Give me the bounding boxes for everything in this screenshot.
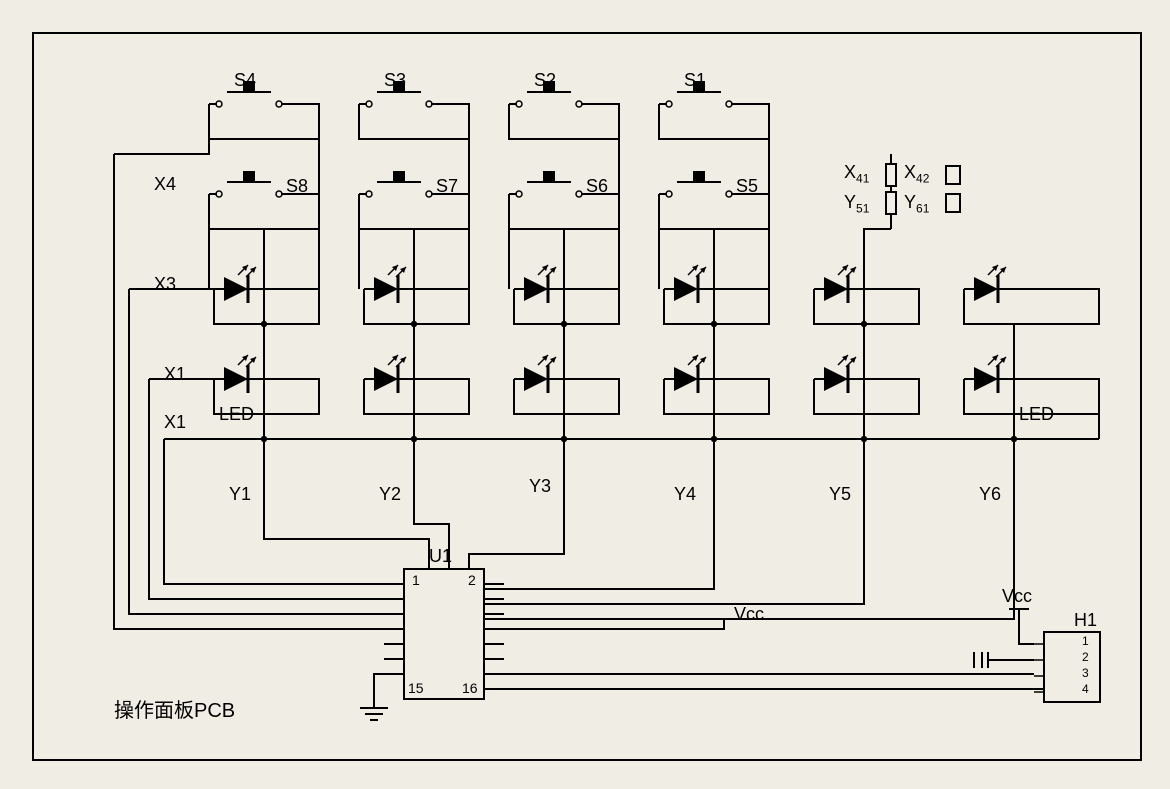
label-s4: S4	[234, 70, 256, 91]
label-led-right: LED	[1019, 404, 1054, 425]
label-s7: S7	[436, 176, 458, 197]
label-u1-pin1: 1	[412, 572, 420, 588]
label-x42-main: X	[904, 162, 916, 182]
label-u1-pin15: 15	[408, 680, 424, 696]
label-h1-1: 1	[1082, 634, 1089, 648]
label-x41-sub: 41	[856, 172, 869, 186]
schematic-page: S4 S3 S2 S1 S8 S7 S6 S5 X4 X3 X1 X1 LED …	[0, 0, 1170, 789]
schematic-svg	[34, 34, 1140, 759]
label-y51-main: Y	[844, 192, 856, 212]
label-x42: X42	[904, 162, 929, 186]
label-y61: Y61	[904, 192, 929, 216]
label-u1: U1	[429, 546, 452, 567]
label-y61-sub: 61	[916, 202, 929, 216]
label-x4: X4	[154, 174, 176, 195]
label-s5: S5	[736, 176, 758, 197]
label-s2: S2	[534, 70, 556, 91]
label-x41: X41	[844, 162, 869, 186]
page-frame: S4 S3 S2 S1 S8 S7 S6 S5 X4 X3 X1 X1 LED …	[32, 32, 1142, 761]
label-y1: Y1	[229, 484, 251, 505]
label-u1-pin16: 16	[462, 680, 478, 696]
label-x1a: X1	[164, 364, 186, 385]
label-y61-main: Y	[904, 192, 916, 212]
label-x41-main: X	[844, 162, 856, 182]
label-vcc-h1: Vcc	[1002, 586, 1032, 607]
label-s1: S1	[684, 70, 706, 91]
label-s8: S8	[286, 176, 308, 197]
label-y6: Y6	[979, 484, 1001, 505]
label-s6: S6	[586, 176, 608, 197]
label-y4: Y4	[674, 484, 696, 505]
label-x42-sub: 42	[916, 172, 929, 186]
label-x3: X3	[154, 274, 176, 295]
label-y51: Y51	[844, 192, 869, 216]
label-s3: S3	[384, 70, 406, 91]
label-vcc-mid: Vcc	[734, 604, 764, 625]
label-h1-3: 3	[1082, 666, 1089, 680]
title-label: 操作面板PCB	[114, 694, 235, 723]
label-x1b: X1	[164, 412, 186, 433]
label-y5: Y5	[829, 484, 851, 505]
label-h1-2: 2	[1082, 650, 1089, 664]
label-y3: Y3	[529, 476, 551, 497]
label-y2: Y2	[379, 484, 401, 505]
label-y51-sub: 51	[856, 202, 869, 216]
label-led-left: LED	[219, 404, 254, 425]
label-h1: H1	[1074, 610, 1097, 631]
label-h1-4: 4	[1082, 682, 1089, 696]
label-u1-pin2: 2	[468, 572, 476, 588]
